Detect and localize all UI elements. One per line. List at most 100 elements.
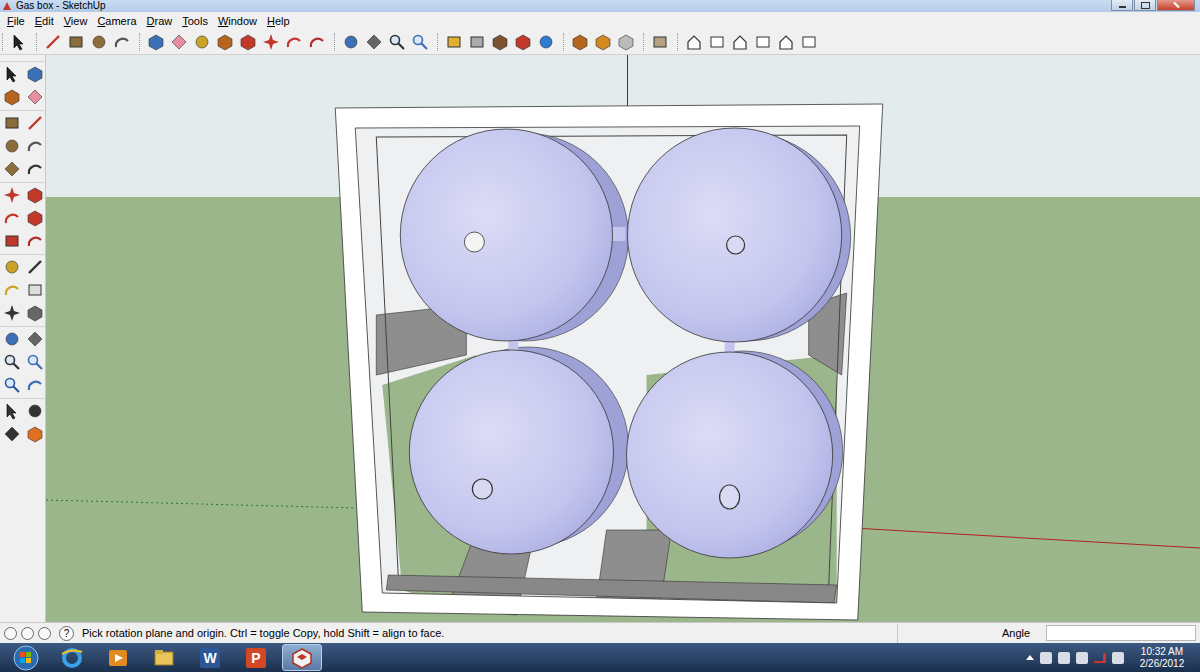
rectangle-icon[interactable] (67, 33, 85, 51)
menu-item[interactable]: Camera (92, 13, 141, 29)
toolbar-grip[interactable] (643, 33, 646, 51)
rectangle-icon[interactable] (3, 114, 21, 132)
paint-bucket-icon[interactable] (3, 88, 21, 106)
taskbar-app[interactable]: W (190, 644, 230, 671)
line-icon[interactable] (26, 114, 44, 132)
offset-icon[interactable] (26, 232, 44, 250)
move-icon[interactable] (3, 186, 21, 204)
make-component-icon[interactable] (26, 65, 44, 83)
terrain-icon[interactable] (514, 33, 532, 51)
measurement-field[interactable] (1046, 625, 1196, 641)
polygon-icon[interactable] (3, 160, 21, 178)
zoom-icon[interactable] (388, 33, 406, 51)
menu-item[interactable]: Help (262, 13, 295, 29)
menu-item[interactable]: Window (213, 13, 262, 29)
pan-icon[interactable] (365, 33, 383, 51)
toolbar-grip[interactable] (563, 33, 566, 51)
show-hidden-icons-icon[interactable] (1026, 655, 1034, 660)
arc-icon[interactable] (26, 137, 44, 155)
arc-icon[interactable] (113, 33, 131, 51)
google-earth-icon[interactable] (537, 33, 555, 51)
taskbar-app[interactable] (98, 644, 138, 671)
gas-box-model[interactable] (335, 104, 882, 620)
previous-icon[interactable] (26, 376, 44, 394)
taskbar-app[interactable] (52, 644, 92, 671)
gas-tank[interactable] (627, 352, 833, 558)
push-pull-icon[interactable] (26, 186, 44, 204)
toolbar-grip[interactable] (2, 33, 5, 51)
zoom-window-icon[interactable] (26, 353, 44, 371)
extension-icon[interactable] (651, 33, 669, 51)
get-models-icon[interactable] (571, 33, 589, 51)
orbit-icon[interactable] (342, 33, 360, 51)
user-icon[interactable] (38, 627, 51, 640)
toolbar-grip[interactable] (139, 33, 142, 51)
menu-item[interactable]: Draw (142, 13, 178, 29)
section-plane-icon[interactable] (26, 425, 44, 443)
follow-me-icon[interactable] (26, 209, 44, 227)
rotate-icon[interactable] (3, 209, 21, 227)
right-view-icon[interactable] (754, 33, 772, 51)
push-pull-icon[interactable] (239, 33, 257, 51)
paint-bucket-icon[interactable] (216, 33, 234, 51)
share-model-icon[interactable] (594, 33, 612, 51)
taskbar-app[interactable] (144, 644, 184, 671)
previous-view-icon[interactable] (445, 33, 463, 51)
top-view-icon[interactable] (708, 33, 726, 51)
power-icon[interactable] (1076, 652, 1088, 664)
credits-icon[interactable] (21, 627, 34, 640)
make-component-icon[interactable] (147, 33, 165, 51)
toolbar-grip[interactable] (677, 33, 680, 51)
move-icon[interactable] (262, 33, 280, 51)
zoom-icon[interactable] (3, 353, 21, 371)
geo-location-icon[interactable] (4, 627, 17, 640)
axes-icon[interactable] (3, 304, 21, 322)
dimension-icon[interactable] (26, 258, 44, 276)
toolbar-grip[interactable] (334, 33, 337, 51)
network-icon[interactable] (1094, 653, 1106, 663)
close-button[interactable] (1157, 0, 1195, 11)
circle-icon[interactable] (3, 137, 21, 155)
front-view-icon[interactable] (731, 33, 749, 51)
menu-item[interactable]: Edit (30, 13, 59, 29)
zoom-extents-icon[interactable] (3, 376, 21, 394)
start-button[interactable] (6, 645, 46, 671)
orbit-icon[interactable] (3, 330, 21, 348)
offset-icon[interactable] (308, 33, 326, 51)
freehand-icon[interactable] (26, 160, 44, 178)
next-view-icon[interactable] (468, 33, 486, 51)
help-icon[interactable]: ? (59, 626, 74, 641)
model-scene[interactable] (46, 55, 1200, 622)
tape-measure-icon[interactable] (193, 33, 211, 51)
text-icon[interactable] (26, 281, 44, 299)
tape-measure-icon[interactable] (3, 258, 21, 276)
toolbar-grip[interactable] (437, 33, 440, 51)
rotate-icon[interactable] (285, 33, 303, 51)
menu-item[interactable]: File (2, 13, 30, 29)
gas-tank[interactable] (628, 128, 842, 342)
look-around-icon[interactable] (26, 402, 44, 420)
position-camera-icon[interactable] (3, 402, 21, 420)
model-viewport[interactable] (46, 55, 1200, 622)
menu-item[interactable]: Tools (177, 13, 213, 29)
menu-item[interactable]: View (59, 13, 93, 29)
circle-icon[interactable] (90, 33, 108, 51)
pencil-icon[interactable] (44, 33, 62, 51)
volume-icon[interactable] (1112, 652, 1124, 664)
select-icon[interactable] (10, 33, 28, 51)
maximize-button[interactable] (1134, 0, 1156, 11)
back-view-icon[interactable] (777, 33, 795, 51)
add-location-icon[interactable] (491, 33, 509, 51)
gas-tank[interactable] (400, 129, 612, 341)
taskbar-app[interactable] (282, 644, 322, 671)
gas-tank[interactable] (409, 350, 613, 554)
clock[interactable]: 10:32 AM2/26/2012 (1130, 646, 1194, 670)
device-icon[interactable] (1058, 652, 1070, 664)
minimize-button[interactable] (1111, 0, 1133, 11)
protractor-icon[interactable] (3, 281, 21, 299)
3d-text-icon[interactable] (26, 304, 44, 322)
taskbar-app[interactable]: P (236, 644, 276, 671)
flag-icon[interactable] (1040, 652, 1052, 664)
left-view-icon[interactable] (800, 33, 818, 51)
walk-icon[interactable] (3, 425, 21, 443)
